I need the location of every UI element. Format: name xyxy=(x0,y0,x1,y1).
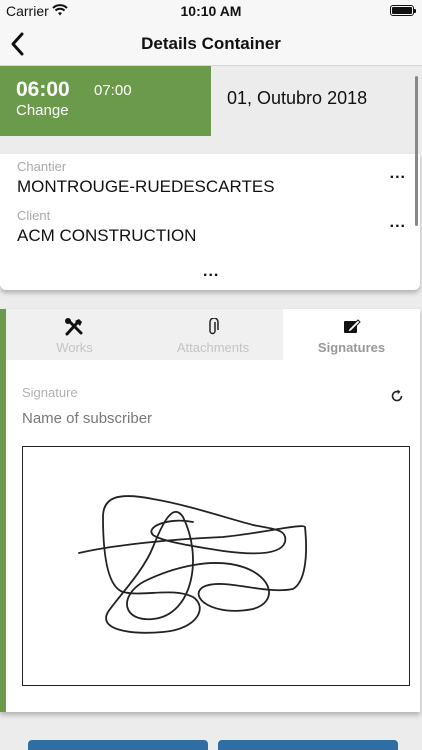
paperclip-icon xyxy=(209,318,219,335)
client-more-button[interactable]: ... xyxy=(390,215,406,231)
date-value: 01, Outubro 2018 xyxy=(227,88,368,108)
tab-attachments[interactable]: Attachments xyxy=(143,309,283,360)
tab-attachments-label: Attachments xyxy=(176,340,250,355)
signature-pad[interactable] xyxy=(22,446,410,686)
end-time: 07:00 xyxy=(94,82,132,99)
bottom-left-button[interactable] xyxy=(28,740,208,750)
start-time: 06:00 xyxy=(16,78,70,101)
status-bar: Carrier 10:10 AM xyxy=(0,0,422,22)
time-change-block[interactable]: 06:00 07:00 Change xyxy=(0,66,211,136)
info-card: Chantier MONTROUGE-RUEDESCARTES ... Clie… xyxy=(0,154,420,290)
subscriber-name-input[interactable]: Name of subscriber xyxy=(22,410,152,427)
tools-icon xyxy=(65,318,83,336)
tab-works-label: Works xyxy=(56,340,93,355)
date-block[interactable]: 01, Outubro 2018 xyxy=(211,66,422,136)
signature-card: Works Attachments Signatures Signature N… xyxy=(0,309,420,712)
signature-label: Signature xyxy=(22,385,78,400)
pen-square-icon xyxy=(344,319,361,333)
scrollbar[interactable] xyxy=(415,76,418,226)
tab-works[interactable]: Works xyxy=(6,309,143,360)
tab-signatures-label: Signatures xyxy=(317,340,386,355)
chantier-value: MONTROUGE-RUEDESCARTES xyxy=(17,177,275,196)
status-time: 10:10 AM xyxy=(180,3,242,19)
page-title: Details Container xyxy=(141,34,281,53)
battery-icon xyxy=(390,5,416,16)
client-value: ACM CONSTRUCTION xyxy=(17,226,197,245)
change-label: Change xyxy=(16,102,69,119)
nav-bar: Details Container xyxy=(0,22,422,66)
signature-drawing xyxy=(78,495,307,634)
tab-signatures[interactable]: Signatures xyxy=(283,309,420,360)
expand-more-button[interactable]: ... xyxy=(203,264,219,280)
accent-bar xyxy=(0,309,6,712)
client-label: Client xyxy=(17,208,51,223)
chantier-label: Chantier xyxy=(17,159,67,174)
refresh-icon[interactable] xyxy=(390,389,404,403)
bottom-right-button[interactable] xyxy=(218,740,398,750)
chantier-more-button[interactable]: ... xyxy=(390,166,406,182)
